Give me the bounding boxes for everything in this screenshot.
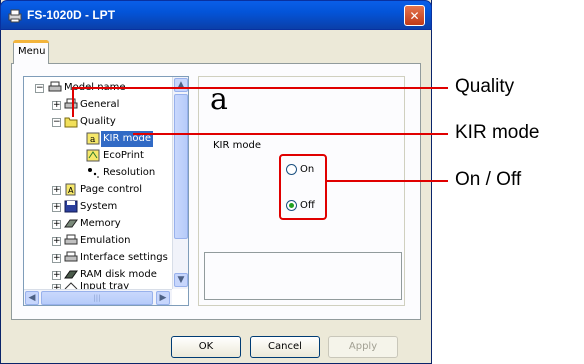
settings-tree[interactable]: − Model name + General − Quality a KIR m… [23,76,189,306]
tree-item-label: Memory [80,218,121,229]
memory-icon [64,219,78,228]
setting-label: KIR mode [213,140,261,151]
expand-icon[interactable]: + [52,220,61,229]
collapse-icon[interactable]: − [35,84,44,93]
expand-icon[interactable]: + [52,254,61,263]
resolution-icon [88,168,99,178]
tree-item-label: Quality [80,116,116,127]
tree-item-system[interactable]: + System [24,199,172,215]
ecoprint-icon [86,149,100,162]
kir-mode-callout-line [133,133,448,135]
ok-button[interactable]: OK [171,336,241,358]
expand-icon[interactable]: + [52,203,61,212]
tree-item-label: System [80,201,118,212]
quality-callout-label: Quality [455,76,515,97]
expand-icon[interactable]: + [52,237,61,246]
tree-item-memory[interactable]: + Memory [24,216,172,232]
collapse-icon[interactable]: − [52,118,61,127]
description-box [204,252,402,300]
window-title: FS-1020D - LPT [27,8,116,22]
cancel-button[interactable]: Cancel [250,336,320,358]
kir-icon: a [86,132,100,145]
tree-item-label: Resolution [103,167,156,178]
kir-mode-callout-label: KIR mode [455,122,540,143]
printer-app-icon [8,9,22,23]
tree-item-page-control[interactable]: + A Page control [24,182,172,198]
page-control-icon: A [65,183,76,196]
printer-icon [64,234,78,245]
tree-item-ram-disk-mode[interactable]: + RAM disk mode [24,267,172,283]
ram-disk-icon [64,270,78,279]
tab-menu-label: Menu [18,46,46,57]
tree-item-emulation[interactable]: + Emulation [24,233,172,249]
apply-button[interactable]: Apply [328,336,398,358]
close-icon: ✕ [409,8,420,23]
quality-callout-line [72,87,448,89]
tree-item-quality[interactable]: − Quality [24,114,172,130]
expand-icon[interactable]: + [52,271,61,280]
on-off-callout-line [327,180,448,182]
tree-item-interface-settings[interactable]: + Interface settings [24,250,172,266]
svg-text:a: a [90,135,96,145]
tree-item-label: Interface settings [80,252,168,263]
quality-callout-vertical-line [72,87,74,117]
tree-item-label: Emulation [80,235,131,246]
expand-icon[interactable]: + [52,101,61,110]
close-button[interactable]: ✕ [404,5,425,26]
expand-icon[interactable]: + [52,186,61,195]
title-bar[interactable]: FS-1020D - LPT ✕ [0,0,432,30]
tree-item-resolution[interactable]: Resolution [24,165,172,181]
scroll-down-icon[interactable]: ▼ [174,273,188,287]
tree-item-label: EcoPrint [103,150,144,161]
printer-icon [64,251,78,262]
tree-item-label: General [80,99,120,110]
tab-menu[interactable]: Menu [13,40,49,64]
scroll-right-icon[interactable]: ▶ [156,291,170,305]
scroll-up-icon[interactable]: ▲ [174,78,188,92]
tree-vertical-scrollbar[interactable]: ▲ ▼ [172,77,188,289]
floppy-disk-icon [64,200,78,213]
tree-horizontal-scrollbar[interactable]: ◀ ||| ▶ [24,289,172,305]
printer-icon [48,81,62,92]
tree-item-general[interactable]: + General [24,97,172,113]
tree-item-label: Page control [80,184,143,195]
scroll-left-icon[interactable]: ◀ [25,291,39,305]
scroll-thumb[interactable]: ||| [41,291,153,305]
on-off-highlight [279,154,327,220]
scroll-thumb[interactable] [174,94,188,239]
quality-folder-icon [64,117,78,128]
svg-text:A: A [68,186,74,195]
tree-item-label: RAM disk mode [80,269,157,280]
printer-icon [64,98,78,109]
on-off-callout-label: On / Off [455,169,522,190]
tree-item-ecoprint[interactable]: EcoPrint [24,148,172,164]
